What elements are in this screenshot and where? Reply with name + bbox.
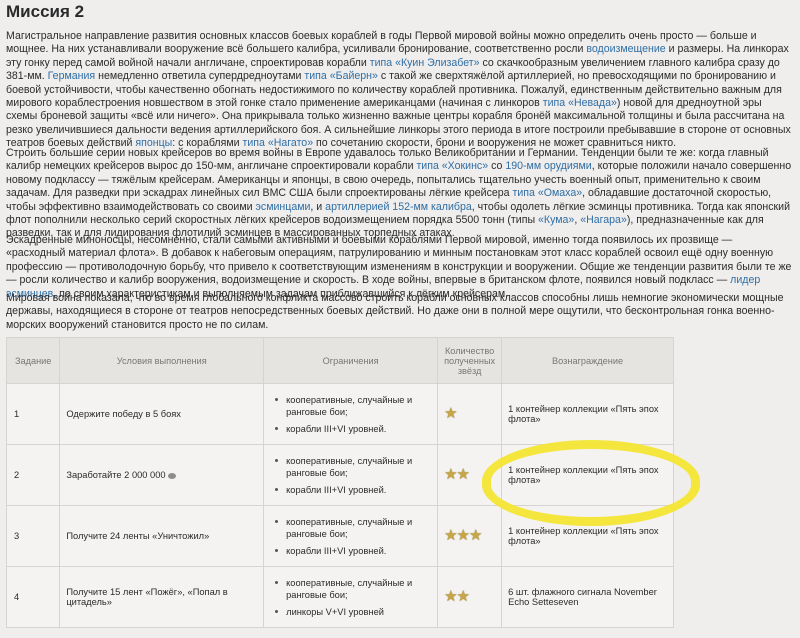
- table-row: 2 Заработайте 2 000 000 кооперативные, с…: [5, 444, 674, 506]
- star-count: ★: [437, 383, 503, 445]
- header-reward: Вознаграждение: [501, 337, 674, 384]
- task-condition: Одержите победу в 5 боях: [59, 383, 265, 445]
- list-item: корабли III+VI уровней.: [275, 423, 431, 435]
- table-row: 3 Получите 24 ленты «Уничтожил» кооперат…: [5, 505, 674, 567]
- task-condition: Получите 24 ленты «Уничтожил»: [59, 505, 265, 567]
- paragraph-battleships: Магистральное направление развития основ…: [6, 30, 792, 151]
- star-icon: ★: [456, 588, 470, 605]
- paragraph-conclusion: Мировая война показала, что во время гло…: [6, 292, 784, 331]
- task-restrictions: кооперативные, случайные и ранговые бои;…: [263, 505, 439, 567]
- star-count: ★★★: [437, 505, 503, 567]
- star-icon: ★: [444, 588, 458, 605]
- link-destroyers[interactable]: эсминцами: [256, 201, 311, 213]
- link-germany[interactable]: Германия: [48, 70, 96, 82]
- star-count: ★★: [437, 444, 503, 506]
- star-icon: ★: [444, 466, 458, 483]
- star-icon: ★: [456, 466, 470, 483]
- star-icon: ★: [456, 527, 470, 544]
- table-header-row: Задание Условия выполнения Ограничения К…: [5, 337, 674, 384]
- text: со: [488, 160, 506, 173]
- link-omaha[interactable]: типа «Омаха»: [513, 187, 583, 199]
- list-item: корабли III+VI уровней.: [275, 545, 431, 557]
- header-stars: Количество полученных звёзд: [437, 337, 503, 384]
- header-conditions: Условия выполнения: [59, 337, 265, 384]
- task-condition: Заработайте 2 000 000: [59, 444, 265, 506]
- table-row: 4 Получите 15 лент «Пожёг», «Попал в цит…: [5, 566, 674, 628]
- header-task: Задание: [5, 337, 61, 384]
- star-icon: ★: [444, 527, 458, 544]
- link-kuma[interactable]: «Кума»: [538, 214, 574, 226]
- paragraph-destroyers: Эскадренные миноносцы, несомненно, стали…: [6, 234, 792, 301]
- task-restrictions: кооперативные, случайные и ранговые бои;…: [263, 383, 439, 445]
- task-reward: 1 контейнер коллекции «Пять эпох флота»: [501, 444, 674, 506]
- page-title: Миссия 2: [6, 2, 85, 21]
- list-item: кооперативные, случайные и ранговые бои;: [275, 455, 431, 479]
- mission-table: Задание Условия выполнения Ограничения К…: [5, 337, 674, 628]
- link-152mm[interactable]: артиллерией 152-мм калибра: [325, 201, 472, 213]
- list-item: корабли III+VI уровней.: [275, 484, 431, 496]
- list-item: кооперативные, случайные и ранговые бои;: [275, 577, 431, 601]
- text: , и: [310, 200, 326, 213]
- task-reward: 6 шт. флажного сигнала November Echo Set…: [501, 566, 674, 628]
- header-restrictions: Ограничения: [263, 337, 439, 384]
- link-displacement[interactable]: водоизмещение: [586, 43, 665, 55]
- link-hawkins[interactable]: типа «Хокинс»: [416, 160, 488, 172]
- task-number: 1: [5, 383, 61, 445]
- credits-icon: [167, 473, 176, 479]
- task-restrictions: кооперативные, случайные и ранговые бои;…: [263, 444, 439, 506]
- link-nagara[interactable]: «Нагара»: [580, 214, 627, 226]
- task-condition: Получите 15 лент «Пожёг», «Попал в цитад…: [59, 566, 265, 628]
- star-icon: ★: [444, 405, 458, 422]
- task-number: 4: [5, 566, 61, 628]
- task-restrictions: кооперативные, случайные и ранговые бои;…: [263, 566, 439, 628]
- condition-text: Заработайте 2 000 000: [66, 470, 166, 480]
- list-item: кооперативные, случайные и ранговые бои;: [275, 394, 431, 418]
- list-item: кооперативные, случайные и ранговые бои;: [275, 516, 431, 540]
- link-queen-elizabeth[interactable]: типа «Куин Элизабет»: [370, 57, 480, 69]
- paragraph-cruisers: Строить большие серии новых крейсеров во…: [6, 147, 792, 241]
- table-row: 1 Одержите победу в 5 боях кооперативные…: [5, 383, 674, 445]
- star-icon: ★: [468, 527, 483, 544]
- task-number: 3: [5, 505, 61, 567]
- link-190mm[interactable]: 190-мм орудиями: [505, 160, 591, 172]
- task-reward: 1 контейнер коллекции «Пять эпох флота»: [501, 383, 674, 445]
- mission-page: Миссия 2 Магистральное направление разви…: [0, 0, 800, 638]
- list-item: линкоры V+VI уровней: [275, 606, 431, 618]
- task-reward: 1 контейнер коллекции «Пять эпох флота»: [501, 505, 674, 567]
- star-count: ★★: [437, 566, 503, 628]
- task-number: 2: [5, 444, 61, 506]
- link-bayern[interactable]: типа «Байерн»: [304, 70, 378, 82]
- text: Эскадренные миноносцы, несомненно, стали…: [6, 234, 792, 287]
- link-nevada[interactable]: типа «Невада»: [543, 97, 617, 109]
- text: немедленно ответила супердредноутами: [95, 70, 305, 83]
